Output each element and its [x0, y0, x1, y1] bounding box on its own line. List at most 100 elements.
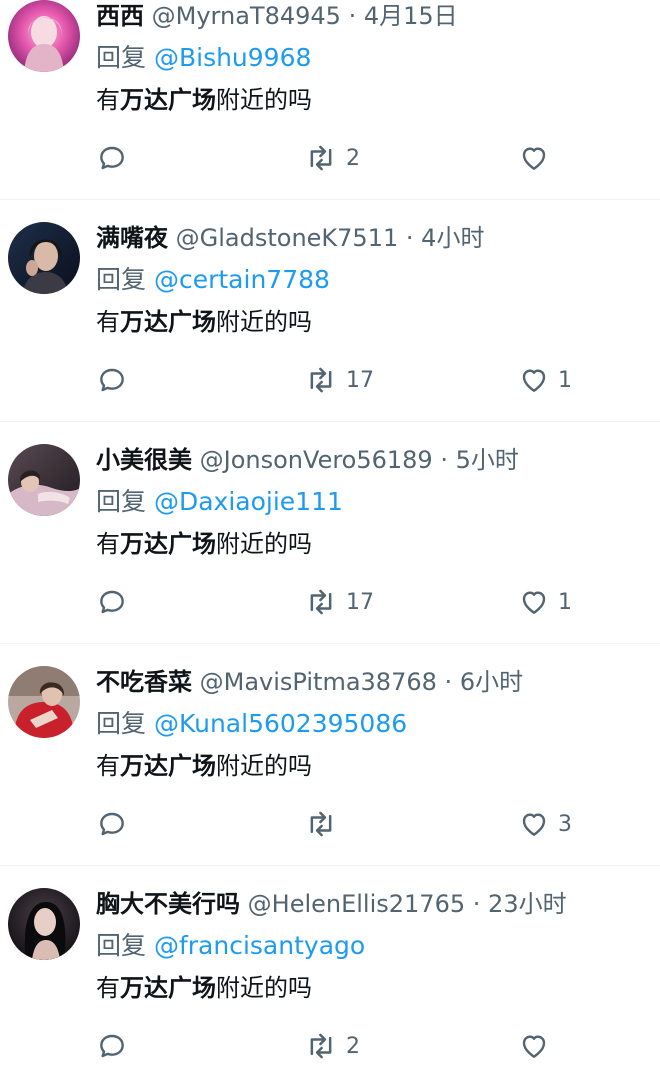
tweet-text: 有万达广场附近的吗	[96, 304, 312, 340]
reply-button[interactable]	[96, 1026, 128, 1066]
retweet-button[interactable]: 2	[304, 1026, 360, 1066]
tweet-text-part: 附近的吗	[216, 752, 312, 780]
reply-mention-link[interactable]: @Bishu9968	[154, 43, 311, 72]
separator-dot: ·	[472, 890, 481, 918]
retweet-button[interactable]: 2	[304, 138, 360, 178]
separator-dot: ·	[444, 668, 453, 696]
avatar[interactable]	[8, 444, 80, 516]
tweet-card[interactable]: 满嘴夜 @GladstoneK7511 · 4小时 回复 @certain778…	[0, 200, 660, 422]
user-handle[interactable]: @MyrnaT84945	[152, 2, 341, 30]
reply-context: 回复 @Bishu9968	[96, 40, 311, 76]
action-bar: 17 1	[0, 582, 660, 622]
reply-mention-link[interactable]: @Daxiaojie111	[154, 487, 343, 516]
avatar-image	[8, 888, 80, 960]
reply-icon	[100, 368, 124, 392]
timestamp[interactable]: 23小时	[488, 890, 567, 918]
reply-label: 回复	[96, 709, 147, 738]
tweet-text-part: 有	[96, 308, 120, 336]
reply-icon	[100, 1034, 124, 1058]
tweet-card[interactable]: 不吃香菜 @MavisPitma38768 · 6小时 回复 @Kunal560…	[0, 644, 660, 866]
display-name[interactable]: 西西	[96, 2, 144, 30]
timestamp[interactable]: 4月15日	[364, 2, 458, 30]
retweet-count: 17	[346, 589, 374, 615]
timestamp[interactable]: 6小时	[460, 668, 523, 696]
display-name[interactable]: 满嘴夜	[96, 224, 168, 252]
avatar[interactable]	[8, 222, 80, 294]
heart-icon	[522, 813, 546, 836]
reply-icon	[100, 812, 124, 836]
display-name[interactable]: 小美很美	[96, 446, 192, 474]
tweet-text-bold: 万达广场	[120, 974, 216, 1002]
reply-mention-link[interactable]: @Kunal5602395086	[154, 709, 407, 738]
tweet-card[interactable]: 胸大不美行吗 @HelenEllis21765 · 23小时 回复 @franc…	[0, 866, 660, 1088]
tweet-text: 有万达广场附近的吗	[96, 82, 312, 118]
tweet-text-part: 有	[96, 752, 120, 780]
user-handle[interactable]: @JonsonVero56189	[200, 446, 433, 474]
reply-feed: 西西 @MyrnaT84945 · 4月15日 回复 @Bishu9968 有万…	[0, 0, 660, 1088]
tweet-text-part: 附近的吗	[216, 86, 312, 114]
retweet-button[interactable]	[304, 804, 346, 844]
user-handle[interactable]: @HelenEllis21765	[248, 890, 465, 918]
reply-button[interactable]	[96, 804, 128, 844]
tweet-text: 有万达广场附近的吗	[96, 970, 312, 1006]
avatar-image	[8, 666, 80, 738]
user-handle[interactable]: @MavisPitma38768	[200, 668, 437, 696]
tweet-text-bold: 万达广场	[120, 86, 216, 114]
tweet-header: 胸大不美行吗 @HelenEllis21765 · 23小时	[96, 884, 567, 924]
timestamp[interactable]: 5小时	[456, 446, 519, 474]
heart-icon	[522, 369, 546, 392]
reply-button[interactable]	[96, 582, 128, 622]
retweet-icon	[310, 145, 332, 171]
avatar[interactable]	[8, 888, 80, 960]
like-button[interactable]: 1	[518, 582, 572, 622]
user-handle[interactable]: @GladstoneK7511	[176, 224, 399, 252]
tweet-text-part: 有	[96, 974, 120, 1002]
retweet-count: 17	[346, 367, 374, 393]
heart-icon	[522, 1035, 546, 1058]
reply-mention-link[interactable]: @francisantyago	[154, 931, 365, 960]
reply-label: 回复	[96, 487, 147, 516]
like-button[interactable]	[518, 138, 558, 178]
heart-icon	[522, 147, 546, 170]
tweet-text: 有万达广场附近的吗	[96, 526, 312, 562]
retweet-icon	[310, 811, 332, 837]
reply-label: 回复	[96, 931, 147, 960]
reply-label: 回复	[96, 43, 147, 72]
tweet-card[interactable]: 西西 @MyrnaT84945 · 4月15日 回复 @Bishu9968 有万…	[0, 0, 660, 200]
retweet-icon	[310, 1033, 332, 1059]
heart-icon	[522, 591, 546, 614]
reply-context: 回复 @francisantyago	[96, 928, 365, 964]
tweet-text-part: 附近的吗	[216, 308, 312, 336]
reply-mention-link[interactable]: @certain7788	[154, 265, 330, 294]
separator-dot: ·	[405, 224, 414, 252]
display-name[interactable]: 胸大不美行吗	[96, 890, 240, 918]
avatar-image	[8, 444, 80, 516]
action-bar: 2	[0, 138, 660, 178]
tweet-text-part: 附近的吗	[216, 974, 312, 1002]
reply-context: 回复 @certain7788	[96, 262, 330, 298]
tweet-text-part: 附近的吗	[216, 530, 312, 558]
display-name[interactable]: 不吃香菜	[96, 668, 192, 696]
reply-icon	[100, 146, 124, 170]
like-button[interactable]: 1	[518, 360, 572, 400]
tweet-card[interactable]: 小美很美 @JonsonVero56189 · 5小时 回复 @Daxiaoji…	[0, 422, 660, 644]
like-count: 1	[558, 589, 572, 615]
action-bar: 3	[0, 804, 660, 844]
tweet-text-part: 有	[96, 86, 120, 114]
like-button[interactable]: 3	[518, 804, 572, 844]
reply-button[interactable]	[96, 138, 128, 178]
avatar-image	[8, 0, 80, 72]
retweet-icon	[310, 589, 332, 615]
tweet-header: 小美很美 @JonsonVero56189 · 5小时	[96, 440, 519, 480]
avatar[interactable]	[8, 0, 80, 72]
reply-button[interactable]	[96, 360, 128, 400]
like-button[interactable]	[518, 1026, 558, 1066]
avatar[interactable]	[8, 666, 80, 738]
retweet-count: 2	[346, 145, 360, 171]
retweet-button[interactable]: 17	[304, 582, 374, 622]
retweet-icon	[310, 367, 332, 393]
timestamp[interactable]: 4小时	[421, 224, 484, 252]
action-bar: 2	[0, 1026, 660, 1066]
tweet-header: 西西 @MyrnaT84945 · 4月15日	[96, 0, 458, 36]
retweet-button[interactable]: 17	[304, 360, 374, 400]
